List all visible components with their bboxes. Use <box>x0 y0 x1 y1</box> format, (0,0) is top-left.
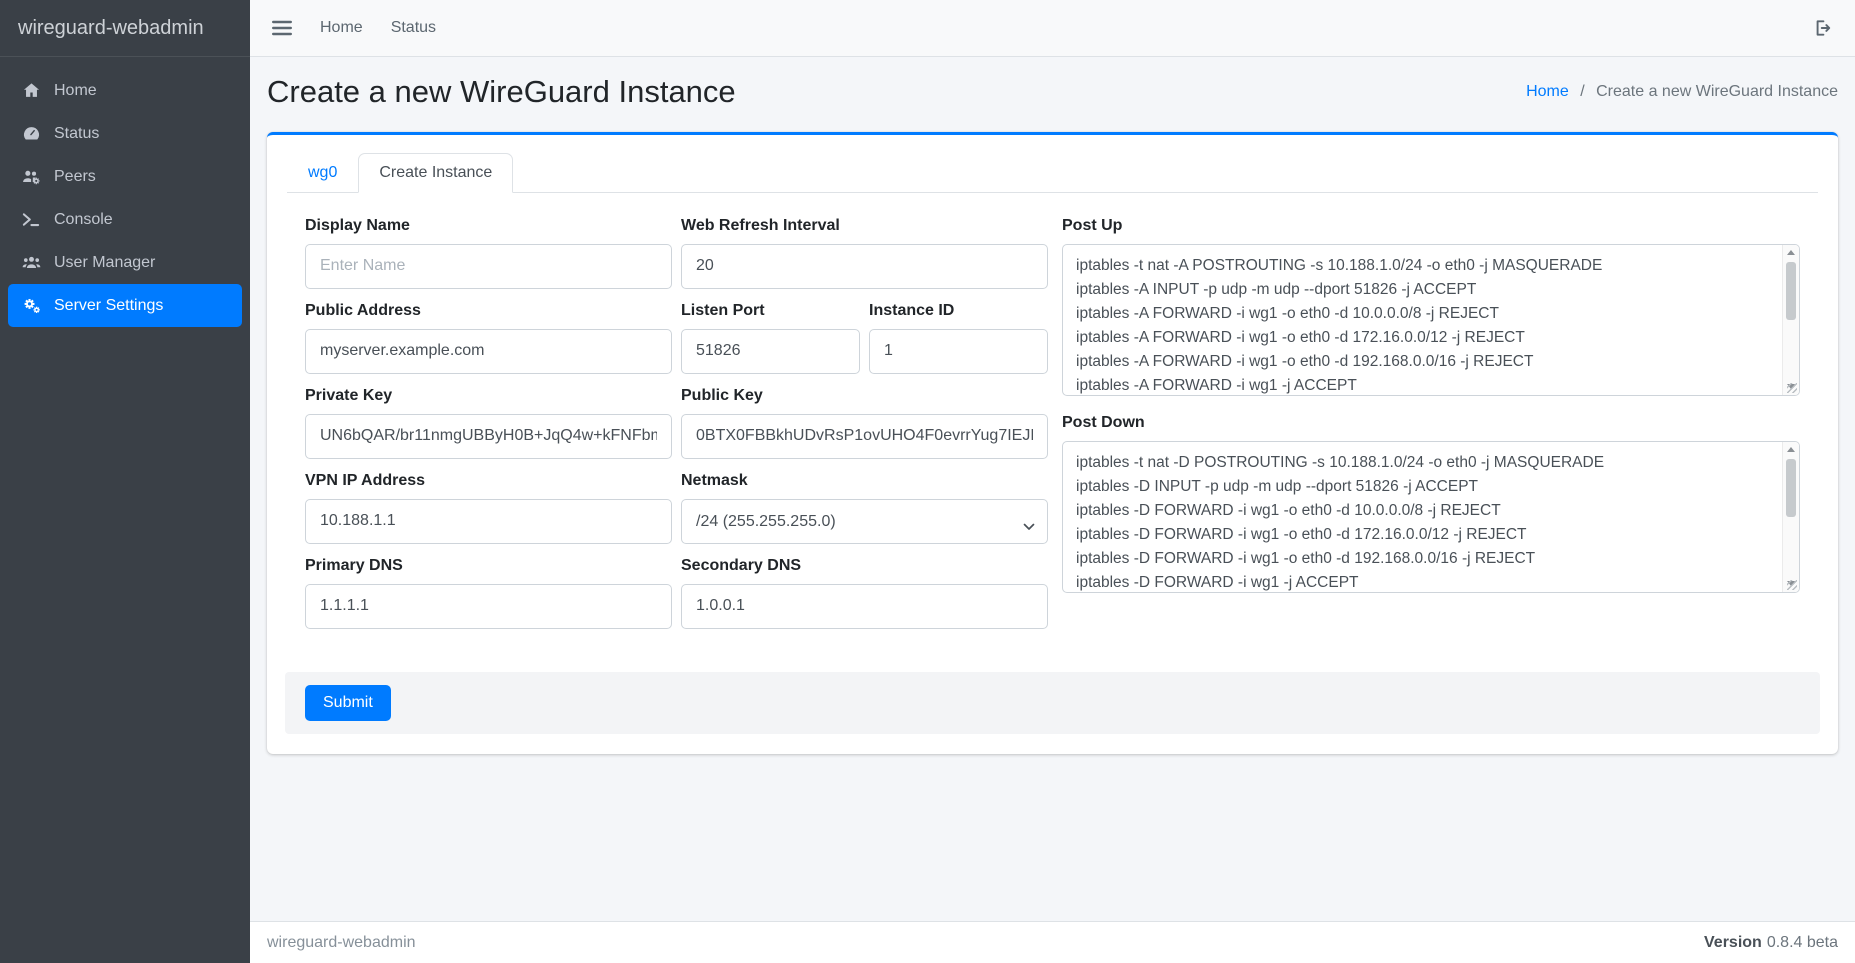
sign-out-icon[interactable] <box>1813 18 1833 38</box>
users-gear-icon <box>20 167 42 186</box>
breadcrumb: Home / Create a new WireGuard Instance <box>1526 73 1838 101</box>
secondary-dns-label: Secondary DNS <box>681 557 1048 575</box>
sidebar-item-label: Home <box>54 82 97 100</box>
vpn-ip-address-input[interactable] <box>305 499 672 544</box>
sidebar-item-label: Status <box>54 125 99 143</box>
netmask-label: Netmask <box>681 472 1048 490</box>
sidebar-item-peers[interactable]: Peers <box>8 155 242 198</box>
main-area: Home Status Create a new WireGuard Insta… <box>250 0 1855 963</box>
page-footer: wireguard-webadmin Version 0.8.4 beta <box>250 921 1855 963</box>
secondary-dns-input[interactable] <box>681 584 1048 629</box>
topnav-link-status[interactable]: Status <box>391 19 436 37</box>
instance-id-label: Instance ID <box>869 302 1048 320</box>
tab-bar: wg0 Create Instance <box>287 153 1818 193</box>
web-refresh-interval-label: Web Refresh Interval <box>681 217 1048 235</box>
sidebar-item-console[interactable]: Console <box>8 198 242 241</box>
primary-dns-label: Primary DNS <box>305 557 672 575</box>
scroll-up-arrow-icon[interactable] <box>1783 245 1799 261</box>
footer-version-label: Version <box>1704 934 1762 951</box>
display-name-input[interactable] <box>305 244 672 289</box>
post-down-textarea[interactable]: iptables -t nat -D POSTROUTING -s 10.188… <box>1062 441 1800 593</box>
post-up-scrollbar[interactable] <box>1782 245 1799 395</box>
sidebar-item-label: User Manager <box>54 254 155 272</box>
form-footer: Submit <box>285 672 1820 734</box>
breadcrumb-separator: / <box>1580 83 1584 100</box>
listen-port-input[interactable] <box>681 329 860 374</box>
gauge-icon <box>20 124 42 143</box>
resize-grip-icon[interactable] <box>1787 580 1797 590</box>
tab-wg0[interactable]: wg0 <box>287 153 358 193</box>
footer-version-value: 0.8.4 beta <box>1767 934 1838 951</box>
footer-brand: wireguard-webadmin <box>267 934 416 952</box>
listen-port-label: Listen Port <box>681 302 860 320</box>
home-icon <box>20 81 42 100</box>
public-key-input[interactable] <box>681 414 1048 459</box>
footer-version: Version 0.8.4 beta <box>1704 934 1838 952</box>
public-address-label: Public Address <box>305 302 672 320</box>
private-key-input[interactable] <box>305 414 672 459</box>
instance-id-input[interactable] <box>869 329 1048 374</box>
scrollbar-thumb[interactable] <box>1786 262 1796 320</box>
brand-title: wireguard-webadmin <box>0 0 250 57</box>
page-header: Create a new WireGuard Instance Home / C… <box>267 73 1838 112</box>
form-left-columns: Display Name Web Refresh Interval Public… <box>305 217 1048 642</box>
public-address-input[interactable] <box>305 329 672 374</box>
breadcrumb-home-link[interactable]: Home <box>1526 83 1569 100</box>
submit-button[interactable]: Submit <box>305 685 391 721</box>
sidebar: wireguard-webadmin Home Status Peers Con… <box>0 0 250 963</box>
form-right-column: Post Up iptables -t nat -A POSTROUTING -… <box>1062 217 1800 642</box>
top-navbar: Home Status <box>250 0 1855 57</box>
scroll-up-arrow-icon[interactable] <box>1783 442 1799 458</box>
tab-create-instance[interactable]: Create Instance <box>358 153 513 193</box>
scrollbar-thumb[interactable] <box>1786 459 1796 517</box>
sidebar-item-status[interactable]: Status <box>8 112 242 155</box>
resize-grip-icon[interactable] <box>1787 383 1797 393</box>
content-area: Create a new WireGuard Instance Home / C… <box>250 57 1855 921</box>
vpn-ip-address-label: VPN IP Address <box>305 472 672 490</box>
topnav-link-home[interactable]: Home <box>320 19 363 37</box>
terminal-icon <box>20 210 42 229</box>
sidebar-item-label: Peers <box>54 168 96 186</box>
sidebar-item-label: Console <box>54 211 113 229</box>
display-name-label: Display Name <box>305 217 672 235</box>
private-key-label: Private Key <box>305 387 672 405</box>
sidebar-item-label: Server Settings <box>54 297 163 315</box>
breadcrumb-current: Create a new WireGuard Instance <box>1596 83 1838 100</box>
sidebar-item-home[interactable]: Home <box>8 69 242 112</box>
netmask-select[interactable]: /24 (255.255.255.0) <box>681 499 1048 544</box>
public-key-label: Public Key <box>681 387 1048 405</box>
gears-icon <box>20 296 42 315</box>
post-up-label: Post Up <box>1062 217 1800 235</box>
sidebar-nav: Home Status Peers Console User Manager <box>0 57 250 339</box>
menu-icon[interactable] <box>272 20 292 36</box>
post-up-textarea[interactable]: iptables -t nat -A POSTROUTING -s 10.188… <box>1062 244 1800 396</box>
sidebar-item-server-settings[interactable]: Server Settings <box>8 284 242 327</box>
post-down-scrollbar[interactable] <box>1782 442 1799 592</box>
primary-dns-input[interactable] <box>305 584 672 629</box>
instance-form: Display Name Web Refresh Interval Public… <box>287 193 1818 734</box>
post-down-label: Post Down <box>1062 414 1800 432</box>
instance-card: wg0 Create Instance Display Name Web Ref… <box>267 132 1838 754</box>
web-refresh-interval-input[interactable] <box>681 244 1048 289</box>
page-title: Create a new WireGuard Instance <box>267 73 736 112</box>
users-icon <box>20 253 42 272</box>
sidebar-item-user-manager[interactable]: User Manager <box>8 241 242 284</box>
